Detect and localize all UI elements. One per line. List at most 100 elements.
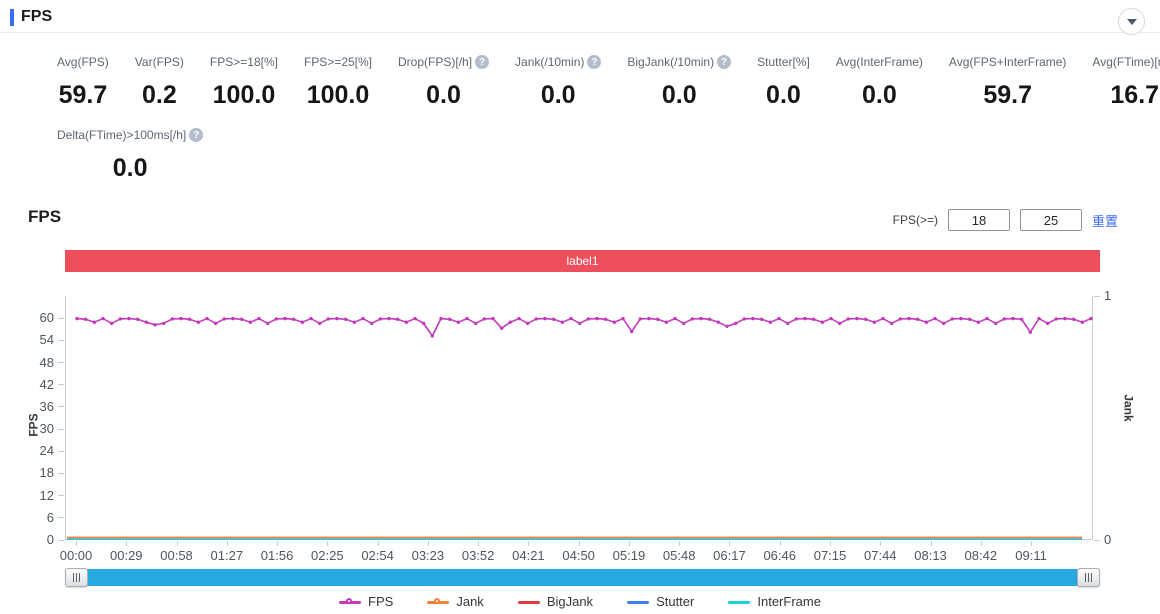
stat-label: Var(FPS) [134,55,184,69]
card-header: FPS [0,0,1160,35]
chart-legend: FPS Jank BigJank Stutter InterFrame [0,594,1160,609]
legend-label: Jank [456,594,484,609]
stat-value: 0.0 [540,81,576,109]
legend-item[interactable]: FPS [339,594,393,609]
stat-item: Stutter[%] 0.0 [744,55,823,110]
legend-item[interactable]: BigJank [517,594,594,609]
x-tick-label: 00:58 [160,548,193,563]
stat-item: BigJank(/10min) ? 0.0 [614,55,744,110]
grip-icon [1085,573,1092,582]
chart-series-svg [67,316,1093,540]
x-tick-label: 05:48 [662,548,696,563]
help-icon[interactable]: ? [475,55,490,69]
stat-value: 59.7 [983,81,1032,109]
y-tick [58,428,64,430]
stat-value: 0.0 [426,81,461,109]
x-tick [377,541,379,546]
fps-threshold-input-2[interactable] [1019,209,1082,231]
y-tick [58,317,64,319]
stat-item: Avg(InterFrame) 0.0 [823,55,936,110]
stat-value: 0.2 [141,81,177,109]
stat-label: Avg(FTime)[ms] [1092,55,1160,69]
data-zoom-scrollbar[interactable] [65,568,1100,587]
x-tick [679,541,681,546]
legend-marker-icon [517,597,540,607]
x-tick-label: 04:21 [512,548,545,563]
data-zoom-fill[interactable] [65,569,1100,586]
help-icon[interactable]: ? [587,55,602,69]
x-tick [76,541,77,546]
stat-value: 0.0 [112,154,148,182]
y-tick [58,384,64,386]
help-icon[interactable]: ? [189,128,204,142]
x-tick [1031,541,1033,546]
y-tick-label: 24 [39,443,54,459]
legend-item[interactable]: Jank [427,594,484,609]
x-tick [226,541,228,546]
fps-threshold-filter: FPS(>=) 重置 [893,209,1118,231]
chart-section-header: FPS FPS(>=) 重置 [0,203,1160,233]
x-tick [578,541,580,546]
x-tick [628,541,630,546]
x-tick-label: 05:19 [612,548,646,563]
stat-label: Drop(FPS)[/h] [398,55,473,69]
x-tick-label: 00:29 [109,548,143,563]
x-tick [327,541,329,546]
chart-title: FPS [28,207,62,226]
data-zoom-handle-right[interactable] [1077,568,1100,587]
x-tick [427,541,429,546]
help-icon[interactable]: ? [717,55,732,69]
y-tick-label: 18 [39,465,54,481]
legend-label: FPS [368,594,394,609]
y-tick [58,450,64,452]
stat-item: Avg(FPS) 59.7 [44,55,122,110]
chart-plot-area [65,296,1093,540]
stat-item: Drop(FPS)[/h] ? 0.0 [385,55,502,110]
stat-item: Avg(FTime)[ms] 16.7 [1079,55,1160,110]
y-tick-label: 12 [39,487,54,503]
y-tick [58,362,64,364]
legend-label: BigJank [546,594,594,609]
y-tick-label: 48 [39,354,54,370]
x-tick-label: 03:52 [461,548,495,563]
x-tick-label: 06:17 [713,548,746,563]
x-tick [729,541,731,546]
legend-label: Stutter [656,594,695,609]
accent-bar [10,8,14,26]
y-tick [58,495,64,497]
stat-value: 100.0 [306,81,370,109]
stat-label: FPS>=18[%] [209,55,278,69]
legend-item[interactable]: InterFrame [728,594,821,609]
y-tick-label: 6 [46,509,54,525]
x-tick-label: 08:42 [964,548,998,563]
fps-threshold-input-1[interactable] [947,209,1010,231]
stat-label: Avg(FPS) [57,55,109,69]
stats-row-2: Delta(FTime)>100ms[/h] ? 0.0 [0,110,1160,183]
stat-label: Jank(/10min) [515,55,585,69]
x-tick [528,541,530,546]
legend-item[interactable]: Stutter [627,594,694,609]
y-tick-label: 30 [39,421,54,437]
data-zoom-handle-left[interactable] [65,568,88,587]
x-tick [779,541,781,546]
collapse-button[interactable] [1118,8,1145,35]
stats-row-1: Avg(FPS) 59.7 Var(FPS) 0.2 FPS>=18[%] 10… [0,33,1160,110]
y-tick [58,472,64,474]
y-tick [58,539,64,541]
x-tick [980,541,982,546]
stat-value: 0.0 [661,81,697,109]
x-tick-label: 01:27 [210,548,244,563]
y-tick-label: 54 [39,332,54,348]
stat-item: FPS>=25[%] 100.0 [291,55,385,110]
legend-marker-icon [339,597,362,607]
stat-item: Delta(FTime)>100ms[/h] ? 0.0 [44,128,216,183]
x-tick [277,541,279,546]
reset-link[interactable]: 重置 [1092,211,1118,230]
stat-value: 100.0 [212,81,276,109]
x-tick-label: 03:23 [411,548,445,563]
y-tick-label: 36 [39,398,54,414]
stat-item: FPS>=18[%] 100.0 [197,55,291,110]
x-tick-label: 02:25 [311,548,344,563]
stat-item: Jank(/10min) ? 0.0 [502,55,614,110]
fps-chart: FPS Jank 0 6 12 18 24 30 36 42 48 54 60 0 1 00:00 00:2… [0,288,1160,563]
